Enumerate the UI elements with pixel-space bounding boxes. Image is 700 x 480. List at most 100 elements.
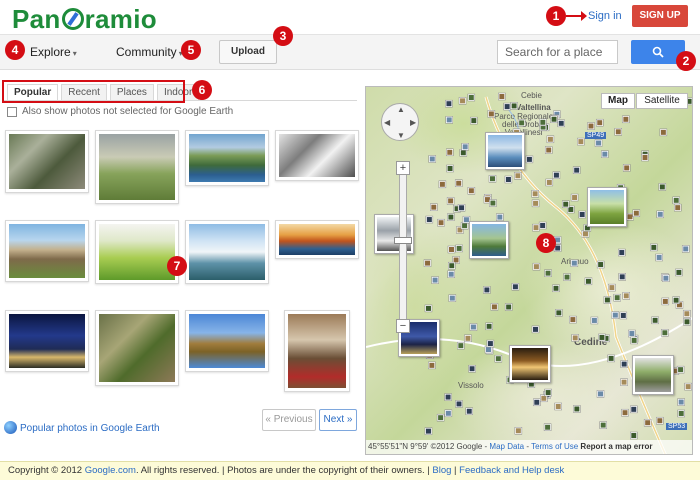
map-photo-marker[interactable] [595, 118, 604, 127]
map-photo-marker[interactable] [577, 137, 585, 146]
map-photo-marker[interactable] [569, 315, 577, 324]
map-photo-marker[interactable] [571, 334, 579, 342]
map-photo-marker[interactable] [573, 405, 581, 413]
map-photo-marker[interactable] [538, 221, 547, 230]
map-photo-marker[interactable] [486, 339, 495, 348]
map-photo-marker[interactable] [545, 178, 554, 187]
map-photo-marker[interactable] [632, 209, 641, 217]
map-photo-marker[interactable] [425, 215, 434, 224]
map-photo-marker[interactable] [469, 323, 478, 331]
map-photo-thumb[interactable] [587, 187, 627, 227]
map-photo-marker[interactable] [498, 92, 506, 101]
map-photo-marker[interactable] [446, 148, 454, 157]
map-photo-marker[interactable] [681, 245, 690, 253]
map-photo-marker[interactable] [487, 110, 496, 118]
google-earth-link[interactable]: Popular photos in Google Earth [20, 423, 160, 434]
map-photo-marker[interactable] [447, 270, 455, 278]
map-photo-marker[interactable] [613, 293, 621, 302]
map-photo-marker[interactable] [607, 354, 615, 363]
map-photo-marker[interactable] [455, 244, 463, 253]
map-photo-marker[interactable] [424, 304, 433, 313]
map-photo-marker[interactable] [517, 119, 526, 127]
map-photo-marker[interactable] [531, 190, 539, 198]
map-photo-marker[interactable] [470, 116, 478, 125]
map-photo-marker[interactable] [446, 197, 455, 205]
map-photo-marker[interactable] [465, 407, 473, 415]
map-pan-control[interactable]: ▲ ▼ ◀ ▶ [381, 103, 419, 141]
map-photo-marker[interactable] [643, 418, 652, 427]
map-photo-marker[interactable] [684, 382, 692, 391]
map-photo-marker[interactable] [446, 164, 454, 173]
map-photo-marker[interactable] [554, 402, 562, 411]
pan-down-icon[interactable]: ▼ [397, 131, 405, 140]
map-photo-marker[interactable] [444, 409, 453, 418]
map-photo-marker[interactable] [438, 180, 447, 189]
map-photo-marker[interactable] [630, 431, 638, 440]
map-photo-marker[interactable] [454, 179, 463, 187]
map-photo-thumb[interactable] [632, 355, 674, 395]
map-photo-marker[interactable] [641, 153, 649, 162]
map-photo-marker[interactable] [544, 388, 552, 397]
map-photo-marker[interactable] [659, 128, 668, 137]
map-photo-marker[interactable] [628, 329, 636, 338]
map-terms-link[interactable]: Terms of Use [531, 442, 578, 451]
map-photo-marker[interactable] [525, 155, 534, 164]
photo-thumb[interactable] [95, 310, 179, 386]
map-photo-marker[interactable] [546, 135, 555, 144]
map-photo-marker[interactable] [614, 128, 623, 136]
map-photo-marker[interactable] [594, 139, 603, 147]
panoramio-logo[interactable]: Pan ramio [12, 4, 157, 35]
photo-thumb[interactable] [5, 220, 89, 282]
map-photo-marker[interactable] [620, 378, 628, 386]
previous-button[interactable]: « Previous [262, 409, 316, 431]
map-photo-marker[interactable] [601, 150, 609, 158]
map-photo-marker[interactable] [626, 213, 634, 221]
map-photo-marker[interactable] [511, 283, 520, 291]
map-photo-marker[interactable] [608, 283, 616, 292]
map-photo-marker[interactable] [599, 421, 607, 429]
map-photo-marker[interactable] [596, 260, 605, 269]
zoom-slider-handle[interactable] [394, 237, 412, 244]
map-photo-marker[interactable] [531, 325, 540, 334]
map-photo-marker[interactable] [672, 296, 680, 304]
map-photo-marker[interactable] [458, 97, 467, 105]
map-photo-marker[interactable] [488, 174, 497, 183]
map-photo-marker[interactable] [683, 318, 691, 326]
map-photo-marker[interactable] [619, 311, 628, 320]
pan-left-icon[interactable]: ◀ [384, 118, 390, 127]
map-photo-marker[interactable] [570, 259, 579, 267]
map-photo-marker[interactable] [674, 203, 682, 212]
map-photo-marker[interactable] [489, 199, 497, 207]
map-photo-marker[interactable] [552, 284, 560, 293]
zoom-in-button[interactable]: + [396, 161, 410, 175]
photo-thumb[interactable] [5, 130, 89, 193]
map-photo-marker[interactable] [578, 210, 586, 219]
zoom-slider[interactable] [399, 165, 407, 325]
map-photo-marker[interactable] [596, 390, 605, 398]
map-type-map[interactable]: Map [601, 93, 635, 109]
map-photo-marker[interactable] [430, 203, 438, 211]
map-photo-marker[interactable] [676, 365, 685, 374]
map-photo-marker[interactable] [655, 253, 663, 262]
map-photo-marker[interactable] [677, 409, 685, 418]
map-photo-marker[interactable] [467, 187, 476, 195]
map-photo-marker[interactable] [550, 115, 558, 123]
search-input[interactable] [497, 40, 618, 64]
photo-thumb[interactable] [95, 130, 179, 204]
map-photo-marker[interactable] [504, 175, 513, 184]
map-photo-marker[interactable] [651, 316, 659, 325]
map[interactable]: Map Satellite Cebie Valtellina Parco Reg… [365, 86, 693, 455]
sign-up-button[interactable]: SIGN UP [632, 5, 688, 27]
map-photo-marker[interactable] [485, 322, 493, 331]
map-photo-marker[interactable] [445, 99, 453, 108]
map-photo-marker[interactable] [448, 261, 456, 270]
map-photo-marker[interactable] [620, 360, 628, 368]
map-photo-marker[interactable] [552, 171, 561, 179]
map-photo-marker[interactable] [650, 243, 658, 252]
map-photo-marker[interactable] [494, 354, 503, 363]
map-photo-marker[interactable] [544, 146, 553, 154]
map-photo-marker[interactable] [532, 223, 540, 232]
map-photo-marker[interactable] [555, 309, 563, 317]
map-photo-marker[interactable] [543, 423, 552, 431]
map-photo-marker[interactable] [598, 333, 606, 342]
